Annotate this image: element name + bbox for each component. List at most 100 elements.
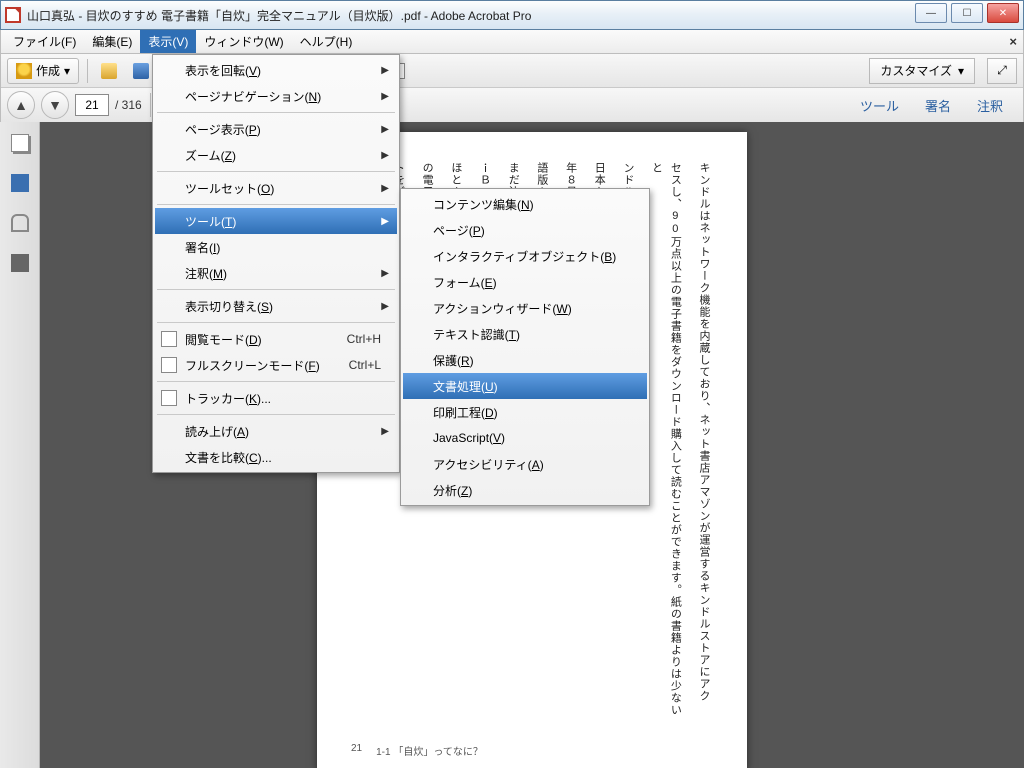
menu-item[interactable]: 閲覧モード(D)Ctrl+H xyxy=(155,326,397,352)
submenu-item-label: テキスト認識(T) xyxy=(433,326,520,343)
submenu-item[interactable]: 文書処理(U) xyxy=(403,373,647,399)
menu-item[interactable]: ツールセット(O)▶ xyxy=(155,175,397,201)
submenu-item[interactable]: 印刷工程(D) xyxy=(403,399,647,425)
submenu-item-label: 分析(Z) xyxy=(433,482,472,499)
menu-item-label: ページ表示(P) xyxy=(185,121,261,138)
menu-separator xyxy=(157,289,395,290)
expand-button[interactable]: ⤢ xyxy=(987,58,1017,84)
window-titlebar: 山口真弘 - 目炊のすすめ 電子書籍「自炊」完全マニュアル（目炊版）.pdf -… xyxy=(0,0,1024,30)
signatures-icon[interactable] xyxy=(11,254,29,272)
bookmarks-icon[interactable] xyxy=(11,174,29,192)
menu-item[interactable]: 表示切り替え(S)▶ xyxy=(155,293,397,319)
save-icon xyxy=(133,63,149,79)
menu-item-label: ページナビゲーション(N) xyxy=(185,88,321,105)
toolbar-separator xyxy=(87,59,88,83)
menu-help[interactable]: ヘルプ(H) xyxy=(292,30,361,53)
expand-icon: ⤢ xyxy=(997,63,1007,78)
create-button[interactable]: 作成 ▾ xyxy=(7,58,79,84)
submenu-arrow-icon: ▶ xyxy=(381,65,389,76)
menu-item[interactable]: 表示を回転(V)▶ xyxy=(155,57,397,83)
submenu-item-label: コンテンツ編集(N) xyxy=(433,196,534,213)
menu-edit[interactable]: 編集(E) xyxy=(84,30,140,53)
maximize-button[interactable]: ☐ xyxy=(951,3,983,23)
tracker-icon xyxy=(161,390,177,406)
menu-item[interactable]: 読み上げ(A) ▶ xyxy=(155,418,397,444)
menu-item[interactable]: ページ表示(P) ▶ xyxy=(155,116,397,142)
menu-separator xyxy=(157,322,395,323)
dropdown-arrow-icon: ▾ xyxy=(958,64,964,78)
menu-separator xyxy=(157,414,395,415)
page-up-button[interactable]: ▲ xyxy=(7,91,35,119)
page-footer: 21 1-1 「自炊」ってなに？ xyxy=(351,743,483,758)
submenu-item[interactable]: ページ(P) xyxy=(403,217,647,243)
submenu-arrow-icon: ▶ xyxy=(381,124,389,135)
menu-view[interactable]: 表示(V) xyxy=(140,30,196,53)
menubar-close-icon[interactable]: × xyxy=(1009,34,1017,49)
page-number-input[interactable] xyxy=(75,94,109,116)
customize-button[interactable]: カスタマイズ ▾ xyxy=(869,58,975,84)
submenu-item[interactable]: 分析(Z) xyxy=(403,477,647,503)
submenu-arrow-icon: ▶ xyxy=(381,301,389,312)
submenu-item-label: フォーム(E) xyxy=(433,274,497,291)
menu-item-label: フルスクリーンモード(F) xyxy=(185,357,320,374)
submenu-item-label: インタラクティブオブジェクト(B) xyxy=(433,248,616,265)
text-column: セスし、90万点以上の電子書籍をダウンロード購入して読むことができます。紙の書籍… xyxy=(647,162,684,722)
menu-item[interactable]: ズーム(Z) ▶ xyxy=(155,142,397,168)
menu-item[interactable]: 文書を比較(C)... xyxy=(155,444,397,470)
panel-tools[interactable]: ツール xyxy=(854,92,905,119)
create-label: 作成 xyxy=(36,62,60,79)
thumbnails-icon[interactable] xyxy=(11,134,29,152)
submenu-item[interactable]: コンテンツ編集(N) xyxy=(403,191,647,217)
tools-submenu-dropdown: コンテンツ編集(N) ページ(P) インタラクティブオブジェクト(B) フォーム(E)… xyxy=(400,188,650,506)
menu-separator xyxy=(157,381,395,382)
page-down-button[interactable]: ▼ xyxy=(41,91,69,119)
submenu-item[interactable]: テキスト認識(T) xyxy=(403,321,647,347)
menu-item-label: 注釈(M) xyxy=(185,265,227,282)
menu-item[interactable]: 注釈(M)▶ xyxy=(155,260,397,286)
menu-item-label: ツール(T) xyxy=(185,213,236,230)
menu-separator xyxy=(157,171,395,172)
submenu-item[interactable]: アクセシビリティ(A) xyxy=(403,451,647,477)
panel-sign[interactable]: 署名 xyxy=(919,92,957,119)
menu-item-label: 文書を比較(C)... xyxy=(185,449,272,466)
window-controls: — ☐ ✕ xyxy=(915,3,1019,23)
navigation-rail xyxy=(0,122,40,768)
submenu-item-label: アクセシビリティ(A) xyxy=(433,456,544,473)
submenu-item[interactable]: 保護(R) xyxy=(403,347,647,373)
menu-shortcut: Ctrl+L xyxy=(349,358,381,372)
menu-item[interactable]: ツール(T) ▶ xyxy=(155,208,397,234)
menu-item[interactable]: トラッカー(K)... xyxy=(155,385,397,411)
create-icon xyxy=(16,63,32,79)
menu-item-label: ズーム(Z) xyxy=(185,147,236,164)
submenu-arrow-icon: ▶ xyxy=(381,183,389,194)
panel-comment[interactable]: 注釈 xyxy=(971,92,1009,119)
menu-file[interactable]: ファイル(F) xyxy=(5,30,84,53)
window-title: 山口真弘 - 目炊のすすめ 電子書籍「自炊」完全マニュアル（目炊版）.pdf -… xyxy=(27,7,531,24)
minimize-button[interactable]: — xyxy=(915,3,947,23)
submenu-arrow-icon: ▶ xyxy=(381,91,389,102)
close-button[interactable]: ✕ xyxy=(987,3,1019,23)
save-button[interactable] xyxy=(128,58,154,84)
submenu-arrow-icon: ▶ xyxy=(381,150,389,161)
submenu-arrow-icon: ▶ xyxy=(381,216,389,227)
menu-item-label: 署名(I) xyxy=(185,239,220,256)
submenu-item-label: JavaScript(V) xyxy=(433,431,505,445)
open-button[interactable] xyxy=(96,58,122,84)
submenu-item[interactable]: JavaScript(V) xyxy=(403,425,647,451)
menubar: ファイル(F) 編集(E) 表示(V) ウィンドウ(W) ヘルプ(H) × xyxy=(0,30,1024,54)
menu-item[interactable]: フルスクリーンモード(F) Ctrl+L xyxy=(155,352,397,378)
submenu-item[interactable]: フォーム(E) xyxy=(403,269,647,295)
submenu-item-label: 保護(R) xyxy=(433,352,474,369)
read-icon xyxy=(161,331,177,347)
menu-item[interactable]: 署名(I) xyxy=(155,234,397,260)
attachments-icon[interactable] xyxy=(11,214,29,232)
menu-window[interactable]: ウィンドウ(W) xyxy=(196,30,291,53)
submenu-item[interactable]: インタラクティブオブジェクト(B) xyxy=(403,243,647,269)
page-total-label: / 316 xyxy=(115,98,142,112)
submenu-arrow-icon: ▶ xyxy=(381,426,389,437)
submenu-item[interactable]: アクションウィザード(W) xyxy=(403,295,647,321)
app-icon xyxy=(5,7,21,23)
menu-item[interactable]: ページナビゲーション(N) ▶ xyxy=(155,83,397,109)
right-panel-tabs: ツール 署名 注釈 xyxy=(854,92,1017,119)
menu-item-label: 読み上げ(A) xyxy=(185,423,249,440)
